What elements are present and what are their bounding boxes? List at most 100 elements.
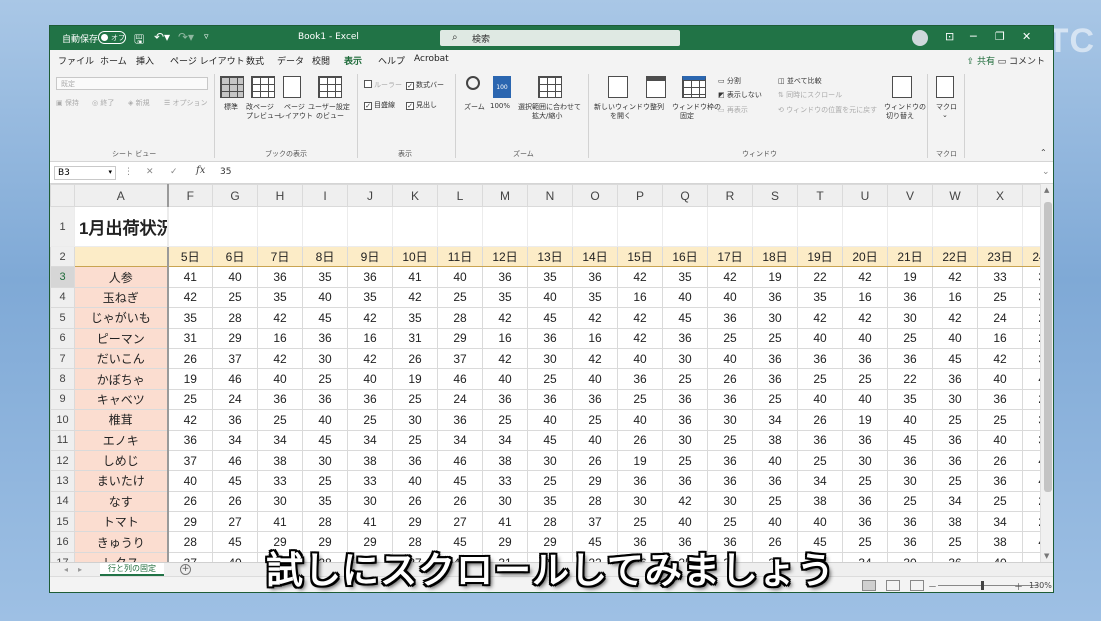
- date-header-cell[interactable]: 15日: [617, 245, 663, 268]
- cell[interactable]: [797, 206, 843, 247]
- value-cell[interactable]: 26: [572, 449, 618, 472]
- date-header-cell[interactable]: 18日: [752, 245, 798, 268]
- value-cell[interactable]: 25: [707, 327, 753, 349]
- tab-insert[interactable]: 挿入: [136, 54, 154, 67]
- formula-bar-checkbox[interactable]: ✓ 数式バー: [406, 80, 444, 90]
- vegetable-name-cell[interactable]: じゃがいも: [74, 307, 169, 329]
- column-header[interactable]: V: [887, 184, 933, 207]
- cell[interactable]: [932, 206, 978, 247]
- cell[interactable]: [842, 206, 888, 247]
- value-cell[interactable]: 42: [572, 307, 618, 329]
- value-cell[interactable]: 42: [572, 347, 618, 370]
- value-cell[interactable]: 33: [482, 470, 528, 492]
- value-cell[interactable]: 30: [662, 347, 708, 370]
- value-cell[interactable]: 36: [302, 388, 348, 411]
- column-header[interactable]: H: [257, 184, 303, 207]
- insert-function-icon[interactable]: fx: [196, 165, 205, 176]
- comment-button[interactable]: ▭ コメント: [998, 54, 1045, 67]
- expand-formula-bar-icon[interactable]: ⌄: [1042, 167, 1050, 177]
- value-cell[interactable]: 33: [257, 470, 303, 492]
- value-cell[interactable]: 30: [887, 470, 933, 492]
- value-cell[interactable]: 16: [977, 327, 1023, 349]
- value-cell[interactable]: 24: [1022, 388, 1040, 411]
- value-cell[interactable]: 36: [707, 388, 753, 411]
- vegetable-name-cell[interactable]: ピーマン: [74, 327, 169, 349]
- vegetable-name-cell[interactable]: トマト: [74, 511, 169, 533]
- value-cell[interactable]: 36: [347, 388, 393, 411]
- value-cell[interactable]: 26: [977, 449, 1023, 472]
- column-header[interactable]: K: [392, 184, 438, 207]
- value-cell[interactable]: 26: [167, 490, 213, 513]
- value-cell[interactable]: 36: [977, 470, 1023, 492]
- value-cell[interactable]: 45: [887, 429, 933, 451]
- value-cell[interactable]: 42: [257, 347, 303, 370]
- value-cell[interactable]: 25: [167, 388, 213, 411]
- value-cell[interactable]: 26: [797, 409, 843, 431]
- value-cell[interactable]: 25: [347, 409, 393, 431]
- value-cell[interactable]: 42: [347, 347, 393, 370]
- cell[interactable]: [212, 206, 258, 247]
- value-cell[interactable]: 29: [212, 327, 258, 349]
- value-cell[interactable]: 25: [392, 429, 438, 451]
- value-cell[interactable]: 30: [482, 490, 528, 513]
- cell[interactable]: [257, 206, 303, 247]
- cell[interactable]: [482, 206, 528, 247]
- value-cell[interactable]: 40: [842, 388, 888, 411]
- value-cell[interactable]: 19: [167, 368, 213, 390]
- cell[interactable]: [707, 206, 753, 247]
- column-header[interactable]: R: [707, 184, 753, 207]
- column-header[interactable]: M: [482, 184, 528, 207]
- value-cell[interactable]: 26: [437, 490, 483, 513]
- cell[interactable]: [752, 206, 798, 247]
- date-header-cell[interactable]: 17日: [707, 245, 753, 268]
- value-cell[interactable]: 42: [257, 307, 303, 329]
- cell[interactable]: [437, 206, 483, 247]
- value-cell[interactable]: 25: [797, 449, 843, 472]
- value-cell[interactable]: 16: [842, 286, 888, 309]
- vertical-scrollbar[interactable]: ▲ ▼: [1040, 184, 1053, 562]
- row-header[interactable]: 15: [50, 511, 75, 533]
- vegetable-name-cell[interactable]: 人参: [74, 266, 169, 288]
- value-cell[interactable]: 36: [257, 266, 303, 288]
- value-cell[interactable]: 16: [932, 286, 978, 309]
- value-cell[interactable]: 36: [1022, 409, 1040, 431]
- value-cell[interactable]: 36: [932, 429, 978, 451]
- tab-formulas[interactable]: 数式: [246, 54, 264, 67]
- value-cell[interactable]: 30: [707, 490, 753, 513]
- value-cell[interactable]: 36: [752, 347, 798, 370]
- value-cell[interactable]: 25: [752, 327, 798, 349]
- row-header[interactable]: 13: [50, 470, 75, 492]
- cell[interactable]: [977, 206, 1023, 247]
- value-cell[interactable]: 36: [527, 327, 573, 349]
- value-cell[interactable]: 36: [302, 327, 348, 349]
- value-cell[interactable]: 26: [1022, 490, 1040, 513]
- value-cell[interactable]: 37: [212, 347, 258, 370]
- value-cell[interactable]: 25: [302, 470, 348, 492]
- share-button[interactable]: ⇪ 共有: [967, 54, 995, 67]
- column-header[interactable]: P: [617, 184, 663, 207]
- column-header[interactable]: Y: [1022, 184, 1040, 207]
- value-cell[interactable]: 36: [842, 511, 888, 533]
- value-cell[interactable]: 40: [707, 347, 753, 370]
- value-cell[interactable]: 40: [527, 409, 573, 431]
- column-header[interactable]: S: [752, 184, 798, 207]
- value-cell[interactable]: 34: [437, 429, 483, 451]
- value-cell[interactable]: 36: [527, 388, 573, 411]
- column-header[interactable]: A: [74, 184, 169, 207]
- value-cell[interactable]: 36: [932, 449, 978, 472]
- vegetable-name-cell[interactable]: なす: [74, 490, 169, 513]
- value-cell[interactable]: 28: [212, 307, 258, 329]
- value-cell[interactable]: 29: [437, 327, 483, 349]
- sheet-table[interactable]: AFGHIJKLMNOPQRSTUVWXY11月出荷状況25日6日7日8日9日1…: [50, 184, 1040, 562]
- value-cell[interactable]: 40: [707, 286, 753, 309]
- date-header-cell[interactable]: 21日: [887, 245, 933, 268]
- value-cell[interactable]: 30: [932, 388, 978, 411]
- date-header-cell[interactable]: 19日: [797, 245, 843, 268]
- value-cell[interactable]: 27: [437, 511, 483, 533]
- value-cell[interactable]: 26: [707, 368, 753, 390]
- value-cell[interactable]: 34: [257, 429, 303, 451]
- value-cell[interactable]: 40: [302, 409, 348, 431]
- tab-acrobat[interactable]: Acrobat: [414, 54, 449, 64]
- value-cell[interactable]: 36: [887, 347, 933, 370]
- value-cell[interactable]: 36: [347, 266, 393, 288]
